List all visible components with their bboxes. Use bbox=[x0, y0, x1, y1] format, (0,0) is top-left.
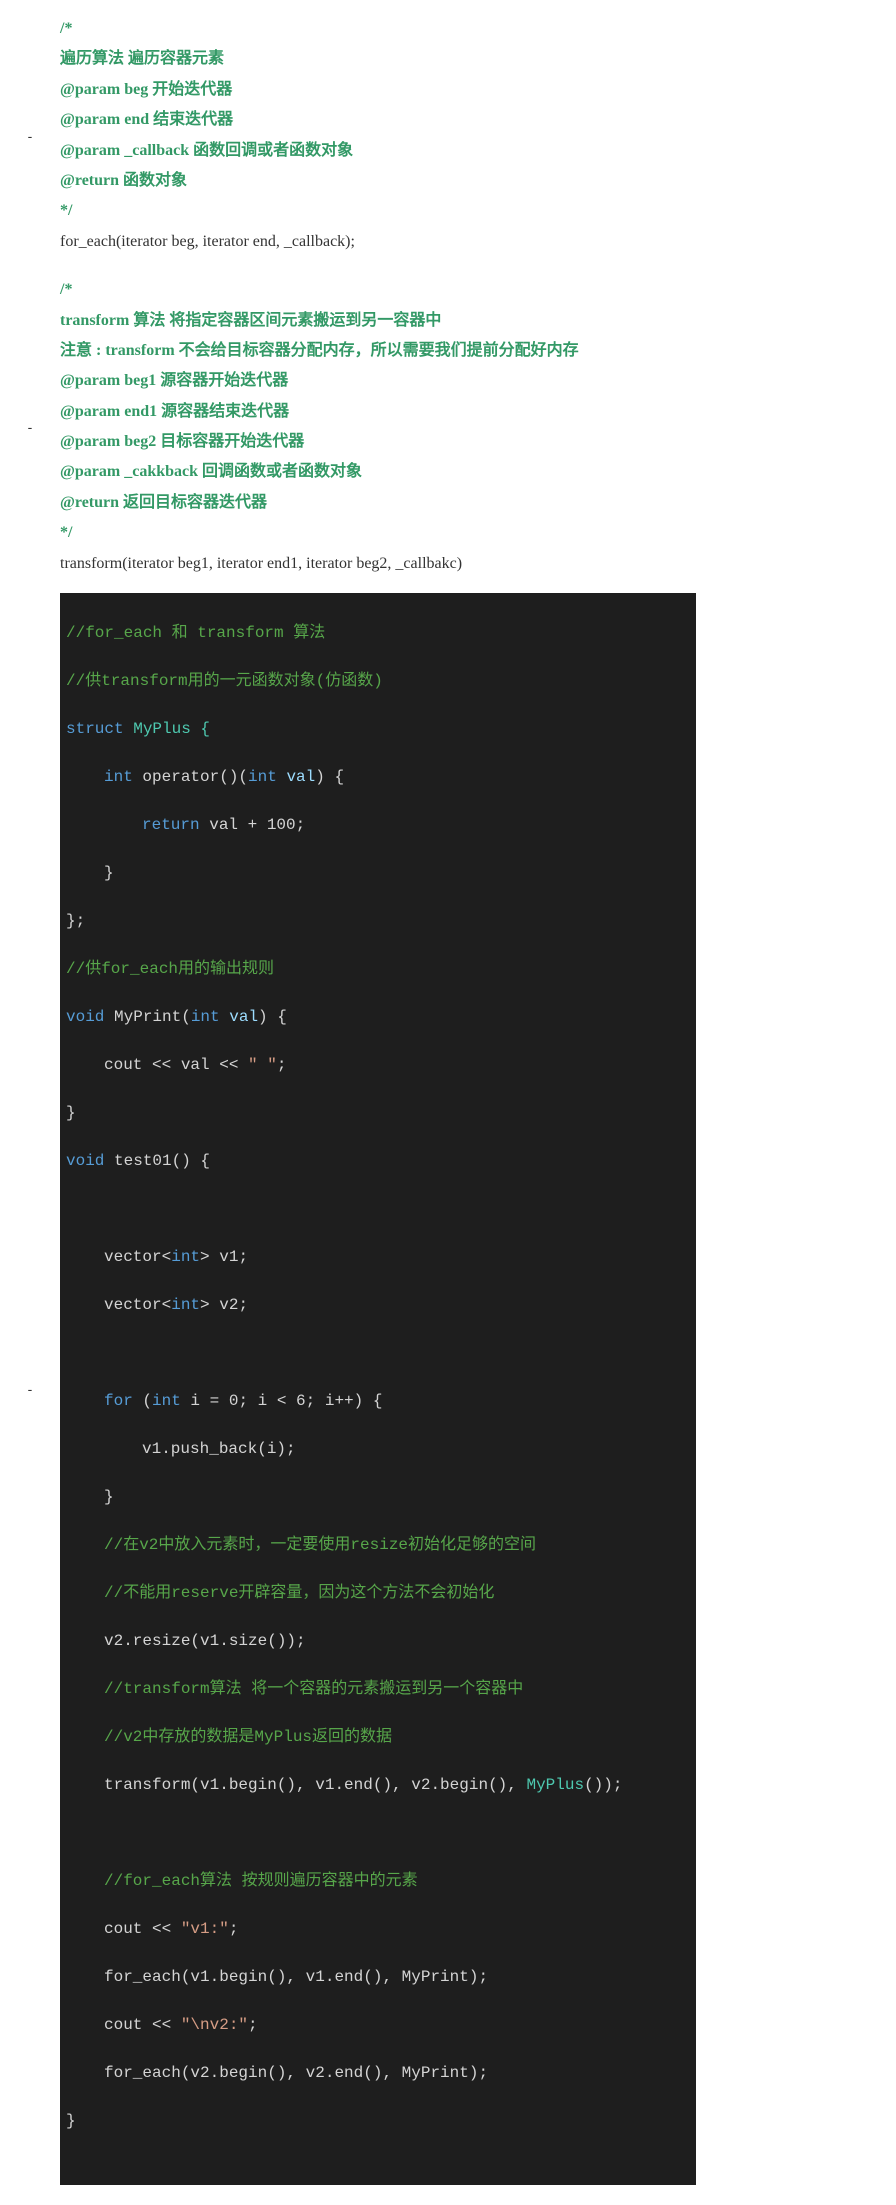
keyword-for: for bbox=[104, 1392, 133, 1410]
code-text: cout << bbox=[104, 2016, 181, 2034]
comment-open: /* bbox=[60, 275, 830, 305]
doc-line: 遍历算法 遍历容器元素 bbox=[60, 44, 830, 74]
code-comment: //供for_each用的输出规则 bbox=[66, 960, 274, 978]
for-each-doc: /* 遍历算法 遍历容器元素 @param beg 开始迭代器 @param e… bbox=[60, 10, 830, 261]
doc-line: transform 算法 将指定容器区间元素搬运到另一容器中 bbox=[60, 306, 830, 336]
code-text: ; bbox=[248, 2016, 258, 2034]
doc-line: @param beg 开始迭代器 bbox=[60, 75, 830, 105]
code-editor: //for_each 和 transform 算法 //供transform用的… bbox=[60, 593, 696, 2185]
keyword-int: int bbox=[191, 1008, 220, 1026]
string-literal: " " bbox=[248, 1056, 277, 1074]
code-text: ) { bbox=[315, 768, 344, 786]
param: val bbox=[220, 1008, 258, 1026]
code-comment: //不能用reserve开辟容量，因为这个方法不会初始化 bbox=[104, 1584, 494, 1602]
code-text: transform(v1.begin(), v1.end(), v2.begin… bbox=[104, 1776, 526, 1794]
comment-open: /* bbox=[60, 14, 830, 44]
doc-line: @param _callback 函数回调或者函数对象 bbox=[60, 136, 830, 166]
keyword-int: int bbox=[152, 1392, 181, 1410]
code-brace: } bbox=[104, 864, 114, 882]
doc-line: @param end1 源容器结束迭代器 bbox=[60, 397, 830, 427]
comment-close: */ bbox=[60, 518, 830, 548]
transform-signature: transform(iterator beg1, iterator end1, … bbox=[60, 549, 830, 579]
code-text: ; bbox=[229, 1920, 239, 1938]
doc-line: @return 函数对象 bbox=[60, 166, 830, 196]
code-text: ; bbox=[277, 1056, 287, 1074]
page-container: - /* 遍历算法 遍历容器元素 @param beg 开始迭代器 @param… bbox=[0, 0, 896, 2205]
type-name: MyPlus bbox=[526, 1776, 584, 1794]
keyword-struct: struct bbox=[66, 720, 124, 738]
keyword-int: int bbox=[104, 768, 133, 786]
code-text: ()); bbox=[584, 1776, 622, 1794]
code-text: for_each(v1.begin(), v1.end(), MyPrint); bbox=[104, 1968, 488, 1986]
block1-wrap: - /* 遍历算法 遍历容器元素 @param beg 开始迭代器 @param… bbox=[0, 10, 896, 261]
code-text: operator()( bbox=[133, 768, 248, 786]
code-text: for_each(v2.begin(), v2.end(), MyPrint); bbox=[104, 2064, 488, 2082]
code-text: > v2; bbox=[200, 1296, 248, 1314]
code-text: > v1; bbox=[200, 1248, 248, 1266]
doc-line: @param beg1 源容器开始迭代器 bbox=[60, 366, 830, 396]
code-comment: //在v2中放入元素时，一定要使用resize初始化足够的空间 bbox=[104, 1536, 536, 1554]
code-comment: //for_each算法 按规则遍历容器中的元素 bbox=[104, 1872, 418, 1890]
code-text: vector< bbox=[104, 1248, 171, 1266]
doc-line: @return 返回目标容器迭代器 bbox=[60, 488, 830, 518]
code-text: v2.resize(v1.size()); bbox=[104, 1632, 306, 1650]
code-comment: //v2中存放的数据是MyPlus返回的数据 bbox=[104, 1728, 392, 1746]
code-brace: } bbox=[66, 2112, 76, 2130]
code-comment: //transform算法 将一个容器的元素搬运到另一个容器中 bbox=[104, 1680, 523, 1698]
keyword-int: int bbox=[248, 768, 277, 786]
code-text: ( bbox=[133, 1392, 152, 1410]
for-each-signature: for_each(iterator beg, iterator end, _ca… bbox=[60, 227, 830, 257]
keyword-int: int bbox=[171, 1296, 200, 1314]
keyword-void: void bbox=[66, 1008, 104, 1026]
transform-doc: /* transform 算法 将指定容器区间元素搬运到另一容器中 注意 : t… bbox=[60, 271, 830, 583]
block3-wrap: - //for_each 和 transform 算法 //供transform… bbox=[0, 593, 896, 2185]
code-brace: } bbox=[104, 1488, 114, 1506]
keyword-int: int bbox=[171, 1248, 200, 1266]
block2-wrap: - /* transform 算法 将指定容器区间元素搬运到另一容器中 注意 :… bbox=[0, 271, 896, 583]
code-text: cout << bbox=[104, 1920, 181, 1938]
code-text: i = 0; i < 6; i++) { bbox=[181, 1392, 383, 1410]
code-brace: } bbox=[66, 1104, 76, 1122]
code-text: MyPrint( bbox=[104, 1008, 190, 1026]
code-text: test01() { bbox=[104, 1152, 210, 1170]
bullet-dash: - bbox=[0, 128, 60, 144]
code-comment: //for_each 和 transform 算法 bbox=[66, 624, 325, 642]
code-text: ) { bbox=[258, 1008, 287, 1026]
code-text: vector< bbox=[104, 1296, 171, 1314]
code-text: cout << val << bbox=[104, 1056, 248, 1074]
code-text: val + 100; bbox=[200, 816, 306, 834]
type-name: MyPlus { bbox=[124, 720, 210, 738]
code-comment: //供transform用的一元函数对象(仿函数) bbox=[66, 672, 383, 690]
param: val bbox=[277, 768, 315, 786]
keyword-void: void bbox=[66, 1152, 104, 1170]
bullet-dash: - bbox=[0, 419, 60, 435]
keyword-return: return bbox=[142, 816, 200, 834]
doc-line: @param end 结束迭代器 bbox=[60, 105, 830, 135]
doc-line: @param _cakkback 回调函数或者函数对象 bbox=[60, 457, 830, 487]
string-literal: "v1:" bbox=[181, 1920, 229, 1938]
doc-line: 注意 : transform 不会给目标容器分配内存，所以需要我们提前分配好内存 bbox=[60, 336, 830, 366]
code-brace: }; bbox=[66, 912, 85, 930]
string-literal: "\nv2:" bbox=[181, 2016, 248, 2034]
comment-close: */ bbox=[60, 196, 830, 226]
doc-line: @param beg2 目标容器开始迭代器 bbox=[60, 427, 830, 457]
bullet-dash: - bbox=[0, 1381, 60, 1397]
code-text: v1.push_back(i); bbox=[142, 1440, 296, 1458]
